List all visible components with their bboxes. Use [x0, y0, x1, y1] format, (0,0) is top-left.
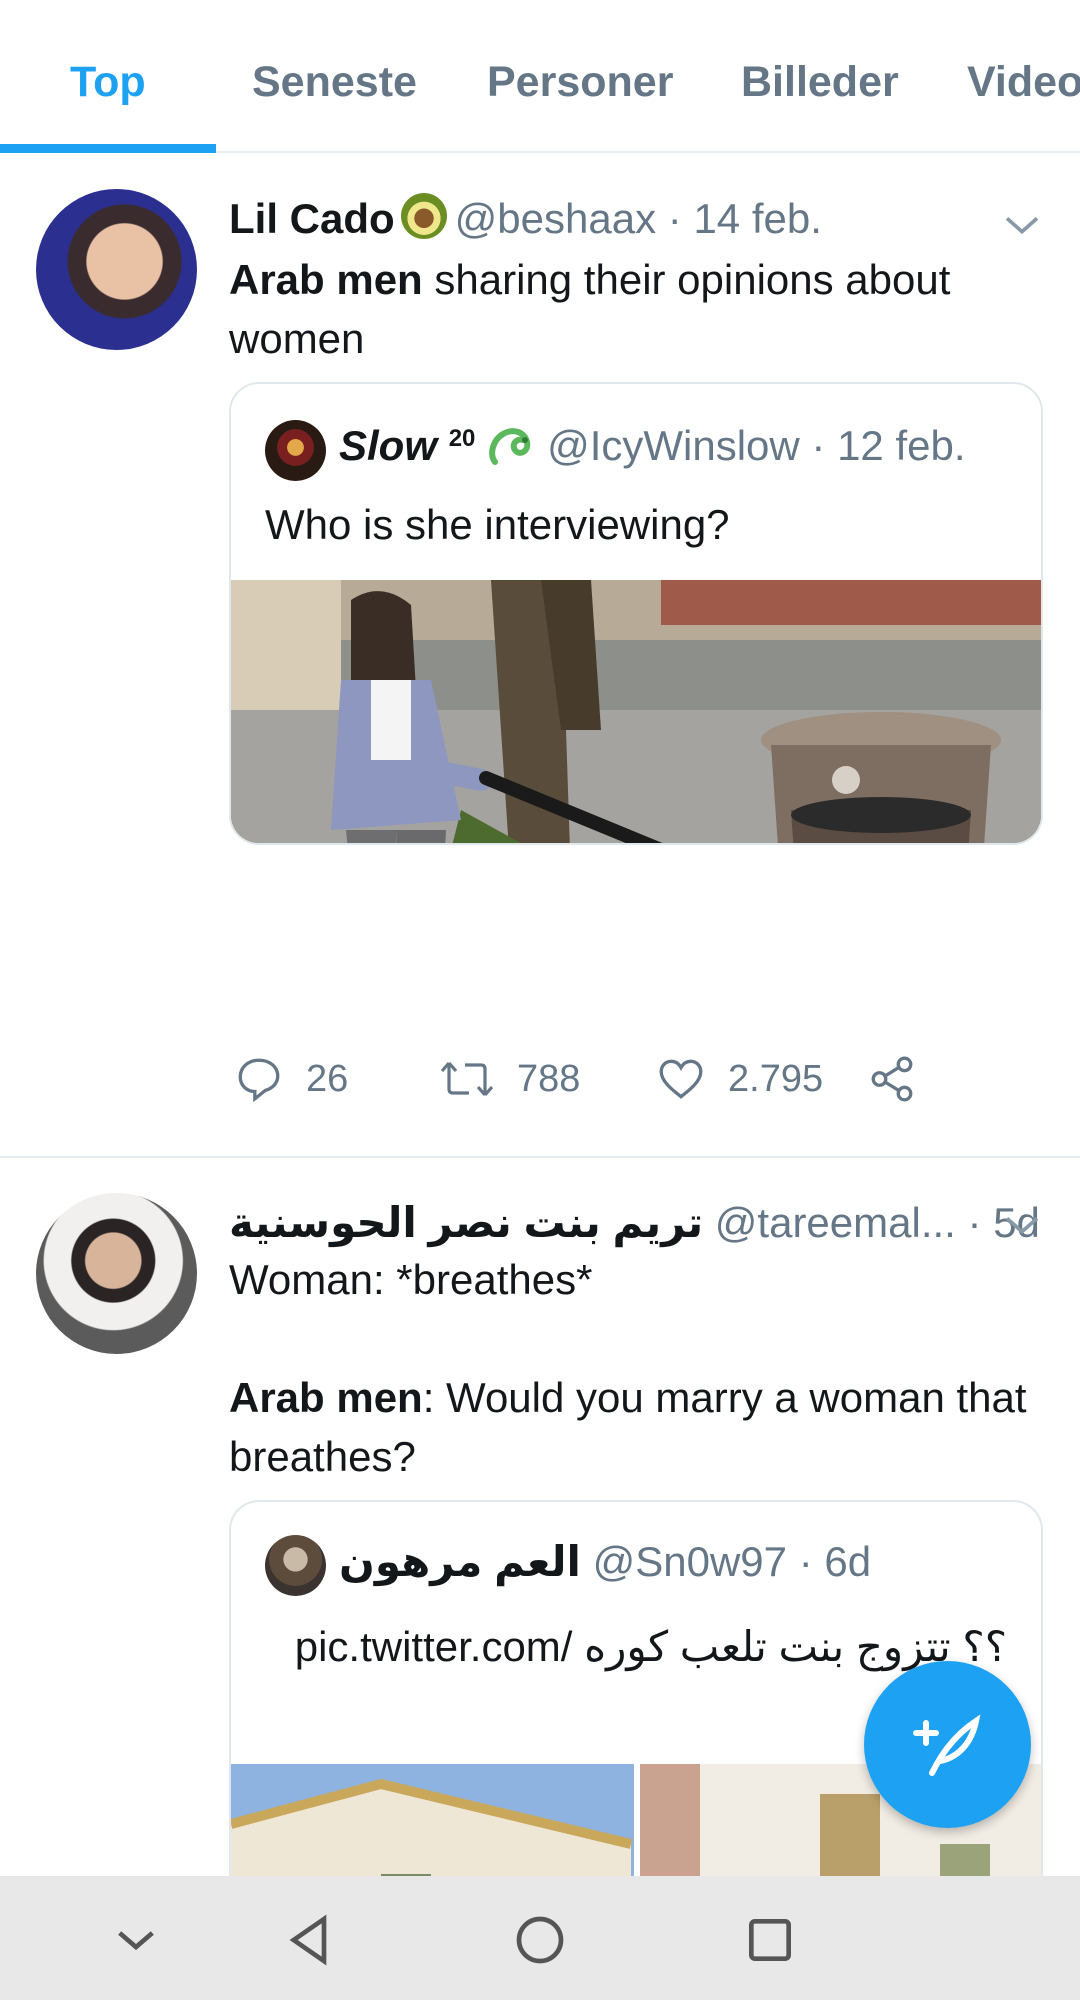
- tweet-text: Woman: *breathes* Arab men: Would you ma…: [229, 1256, 1027, 1480]
- quote-text: Who is she interviewing?: [265, 501, 730, 548]
- timestamp[interactable]: 14 feb.: [693, 195, 821, 242]
- separator: ·: [667, 195, 682, 242]
- compose-tweet-button[interactable]: [864, 1661, 1031, 1828]
- home-icon[interactable]: [512, 1912, 568, 1968]
- reply-count: 26: [306, 1057, 349, 1100]
- separator: ·: [798, 1538, 813, 1585]
- separator: ·: [811, 422, 826, 469]
- tweet-header: Lil Cado @beshaax · 14 feb.: [229, 193, 822, 243]
- retweet-button[interactable]: 788: [439, 1054, 580, 1104]
- handle[interactable]: @IcyWinslow: [547, 422, 800, 469]
- reply-button[interactable]: 26: [234, 1054, 348, 1104]
- photo-woman-interviewing-trash-can: [231, 580, 1041, 843]
- recents-icon[interactable]: [742, 1912, 798, 1968]
- display-name[interactable]: Slow 20: [339, 422, 475, 469]
- tweet-photo[interactable]: [231, 580, 1041, 843]
- handle[interactable]: @Sn0w97: [593, 1538, 787, 1585]
- system-nav-bar: [0, 1876, 1080, 2000]
- chevron-down-icon[interactable]: [1002, 1205, 1042, 1245]
- reply-icon: [238, 1058, 280, 1103]
- tweet-header: تريم بنت نصر الحوسنية @tareemal... · 5d: [229, 1198, 1040, 1247]
- handle[interactable]: @tareemal...: [715, 1199, 956, 1246]
- avatar[interactable]: [265, 420, 326, 481]
- quote-header: العم مرهون @Sn0w97 · 6d: [339, 1537, 871, 1586]
- quote-header: Slow 20 @IcyWinslow · 12 feb.: [339, 422, 966, 470]
- heart-icon: [659, 1059, 703, 1099]
- retweet-count: 788: [517, 1057, 581, 1100]
- tab-videos[interactable]: Video: [967, 58, 1080, 107]
- avatar[interactable]: [265, 1535, 326, 1596]
- display-name[interactable]: Lil Cado: [229, 195, 395, 242]
- active-tab-indicator: [0, 144, 216, 153]
- back-icon[interactable]: [282, 1912, 338, 1968]
- like-button[interactable]: 2.795: [656, 1054, 823, 1104]
- search-tabs: Top Seneste Personer Billeder Video: [0, 0, 1080, 153]
- separator: ·: [967, 1199, 982, 1246]
- avocado-icon: [400, 193, 447, 239]
- like-count: 2.795: [728, 1057, 824, 1100]
- tab-people[interactable]: Personer: [487, 58, 673, 107]
- quoted-tweet[interactable]: Slow 20 @IcyWinslow · 12 feb. Who is she…: [229, 382, 1043, 845]
- snake-icon: [489, 428, 531, 465]
- chevron-down-icon[interactable]: [1002, 205, 1042, 245]
- compose-tweet-icon: [912, 1713, 980, 1776]
- avatar[interactable]: [36, 1193, 197, 1354]
- handle[interactable]: @beshaax: [455, 195, 656, 242]
- timestamp[interactable]: 6d: [824, 1538, 871, 1585]
- tweet[interactable]: تريم بنت نصر الحوسنية @tareemal... · 5d …: [0, 1160, 1080, 2000]
- display-name[interactable]: العم مرهون: [339, 1538, 581, 1585]
- chevron-down-icon[interactable]: [108, 1912, 164, 1968]
- retweet-icon: [440, 1061, 494, 1097]
- display-name[interactable]: تريم بنت نصر الحوسنية: [229, 1199, 703, 1246]
- tab-top[interactable]: Top: [70, 58, 146, 107]
- tweet-actions: 26 788 2.795: [229, 1054, 1029, 1114]
- avatar[interactable]: [36, 189, 197, 350]
- share-icon[interactable]: [867, 1054, 917, 1104]
- tab-latest[interactable]: Seneste: [252, 58, 417, 107]
- tab-photos[interactable]: Billeder: [741, 58, 899, 107]
- timestamp[interactable]: 12 feb.: [837, 422, 965, 469]
- tweet-text: Arab men sharing their opinions about wo…: [229, 256, 951, 362]
- tweet[interactable]: Lil Cado @beshaax · 14 feb. Arab men shar…: [0, 155, 1080, 1158]
